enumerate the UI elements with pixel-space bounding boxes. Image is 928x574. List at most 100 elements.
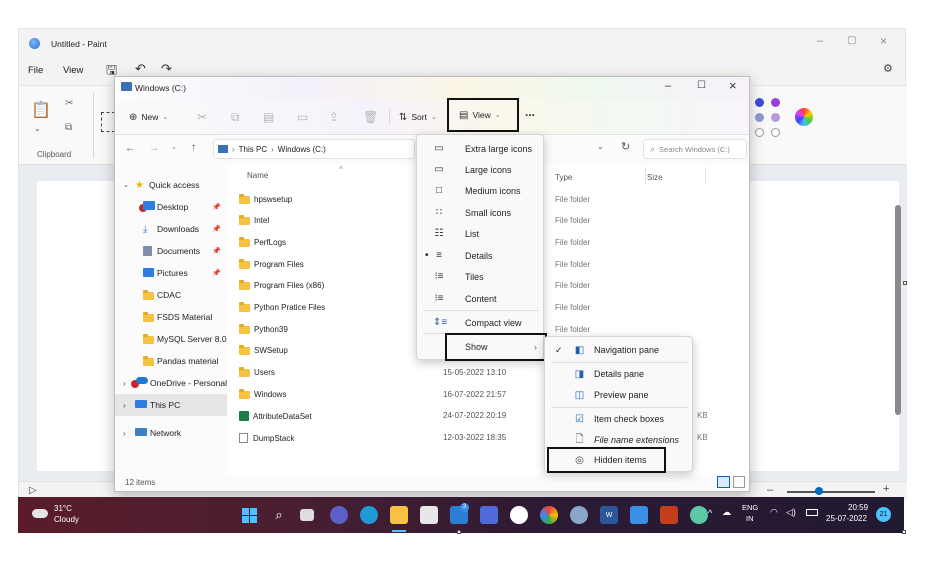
view-menu[interactable]: View — [63, 65, 83, 76]
refresh-icon[interactable]: ↻ — [621, 140, 630, 153]
word-icon[interactable]: W — [600, 506, 618, 524]
back-icon[interactable]: ← — [125, 143, 135, 154]
show-hidden-icons-icon[interactable]: ^ — [708, 508, 712, 518]
show-option-hidden-items[interactable]: ◎ Hidden items — [547, 447, 666, 473]
copy-icon[interactable]: ⧉ — [65, 122, 72, 133]
view-option-list[interactable]: ☷ List — [417, 223, 545, 244]
show-option-preview-pane[interactable]: ◫ Preview pane — [545, 384, 694, 406]
github-icon[interactable] — [510, 506, 528, 524]
color-swatch-icon[interactable] — [771, 128, 780, 137]
details-view-toggle-icon[interactable] — [717, 476, 730, 488]
store-icon[interactable] — [420, 506, 438, 524]
undo-icon[interactable]: ↶ — [135, 61, 146, 77]
close-icon[interactable]: × — [729, 78, 737, 93]
color-swatch-icon[interactable] — [771, 113, 780, 122]
cut-icon[interactable]: ✂ — [65, 98, 73, 109]
monitor-app-icon[interactable] — [630, 506, 648, 524]
weather-temperature[interactable]: 31°C — [54, 504, 72, 513]
nav-item-mysql-server[interactable]: MySQL Server 8.0 — [115, 328, 227, 350]
nav-item-quick-access[interactable]: ⌄ ★ Quick access — [115, 174, 227, 196]
color-swatch-icon[interactable] — [771, 98, 780, 107]
maximize-icon[interactable]: ☐ — [697, 80, 706, 91]
cut-icon[interactable]: ✂ — [197, 110, 207, 124]
view-option-tiles[interactable]: ⁝≡ Tiles — [417, 266, 545, 287]
resize-handle[interactable] — [902, 530, 906, 534]
close-icon[interactable]: × — [880, 34, 887, 48]
delete-icon[interactable]: 🗑 — [363, 110, 378, 124]
show-option-file-name-extensions[interactable]: 🗋 File name extensions — [545, 429, 694, 451]
view-option-details[interactable]: • ≡ Details — [417, 245, 545, 266]
nav-item-cdac[interactable]: CDAC — [115, 284, 227, 306]
up-icon[interactable]: ↑ — [191, 142, 196, 153]
breadcrumb-drive[interactable]: Windows (C:) — [278, 145, 326, 154]
language-bottom[interactable]: IN — [746, 514, 754, 523]
settings-icon[interactable] — [570, 506, 588, 524]
clock-date[interactable]: 25-07-2022 — [826, 514, 867, 523]
nav-item-pictures[interactable]: Pictures 📌 — [115, 262, 227, 284]
new-button[interactable]: ⊕ New ⌄ — [125, 107, 172, 127]
forward-icon[interactable]: → — [149, 143, 159, 154]
calendar-icon[interactable] — [480, 506, 498, 524]
view-option-content[interactable]: ⁝≡ Content — [417, 288, 545, 309]
minimize-icon[interactable]: – — [817, 35, 823, 47]
color-swatch-icon[interactable] — [755, 98, 764, 107]
nav-item-desktop[interactable]: Desktop 📌 — [115, 196, 227, 218]
show-option-item-check-boxes[interactable]: ☑ Item check boxes — [545, 408, 694, 430]
color-swatch-icon[interactable] — [755, 128, 764, 137]
search-box[interactable]: ⌕ Search Windows (C:) — [643, 139, 747, 159]
rename-icon[interactable]: ▭ — [297, 110, 308, 124]
redo-icon[interactable]: ↷ — [161, 61, 172, 77]
color-swatch-icon[interactable] — [755, 113, 764, 122]
view-button[interactable]: ▤ View ⌄ — [447, 98, 519, 132]
minimize-icon[interactable]: – — [665, 80, 671, 92]
show-option-details-pane[interactable]: ◨ Details pane — [545, 363, 694, 385]
volume-icon[interactable]: ◁) — [786, 507, 796, 518]
start-icon[interactable] — [240, 506, 258, 524]
view-option-extra-large-icons[interactable]: ▭ Extra large icons — [417, 138, 545, 159]
nav-item-network[interactable]: › Network — [115, 422, 227, 444]
zoom-slider-thumb[interactable] — [815, 487, 823, 495]
restore-icon[interactable]: ▢ — [847, 35, 856, 46]
address-dropdown-icon[interactable]: ⌄ — [597, 142, 604, 151]
weather-description[interactable]: Cloudy — [54, 515, 79, 524]
resize-handle[interactable] — [457, 530, 461, 534]
tiles-view-toggle-icon[interactable] — [733, 476, 745, 488]
view-option-small-icons[interactable]: ∷ Small icons — [417, 202, 545, 223]
column-header-type[interactable]: Type — [555, 173, 572, 182]
nav-item-pandas-material[interactable]: Pandas material — [115, 350, 227, 372]
column-header-size[interactable]: Size — [647, 173, 663, 182]
edge-icon[interactable] — [360, 506, 378, 524]
paste-icon[interactable]: 📋 — [31, 100, 51, 120]
view-option-compact-view[interactable]: ⇕≡ Compact view — [417, 312, 545, 333]
view-option-show[interactable]: Show › — [445, 333, 547, 361]
nav-item-downloads[interactable]: ⤓ Downloads 📌 — [115, 218, 227, 240]
more-options-icon[interactable]: ... — [525, 105, 535, 119]
column-header-name[interactable]: Name — [247, 171, 268, 180]
resize-handle[interactable] — [903, 281, 907, 285]
nav-item-this-pc[interactable]: › This PC — [115, 394, 227, 416]
canvas-scrollbar[interactable] — [895, 205, 901, 415]
tray-app-icon[interactable]: ☁ — [722, 507, 731, 518]
zoom-out-icon[interactable]: – — [767, 484, 773, 496]
color-wheel-icon[interactable] — [795, 108, 813, 126]
notification-badge[interactable]: 21 — [876, 507, 891, 522]
paste-dropdown-icon[interactable]: ⌄ — [34, 124, 41, 133]
task-view-icon[interactable] — [300, 509, 314, 521]
file-menu[interactable]: File — [28, 65, 43, 76]
search-icon[interactable]: ⌕ — [270, 506, 288, 524]
chat-icon[interactable] — [330, 506, 348, 524]
breadcrumb-this-pc[interactable]: This PC — [239, 145, 267, 154]
show-option-navigation-pane[interactable]: ✓ ◧ Navigation pane — [545, 339, 694, 361]
view-option-medium-icons[interactable]: □ Medium icons — [417, 180, 545, 201]
file-explorer-icon[interactable] — [390, 506, 408, 524]
paste-icon[interactable]: ▤ — [263, 110, 274, 124]
app-icon[interactable] — [690, 506, 708, 524]
zoom-slider[interactable] — [787, 491, 875, 493]
language-top[interactable]: ENG — [742, 503, 758, 512]
battery-icon[interactable] — [806, 509, 818, 516]
copy-icon[interactable]: ⧉ — [231, 110, 240, 125]
nav-item-onedrive[interactable]: › OneDrive - Personal — [115, 372, 227, 394]
wifi-icon[interactable]: ◠ — [770, 507, 778, 518]
share-icon[interactable]: ⚙ — [883, 62, 893, 75]
sort-button[interactable]: ⇅ Sort ⌄ — [395, 107, 441, 127]
